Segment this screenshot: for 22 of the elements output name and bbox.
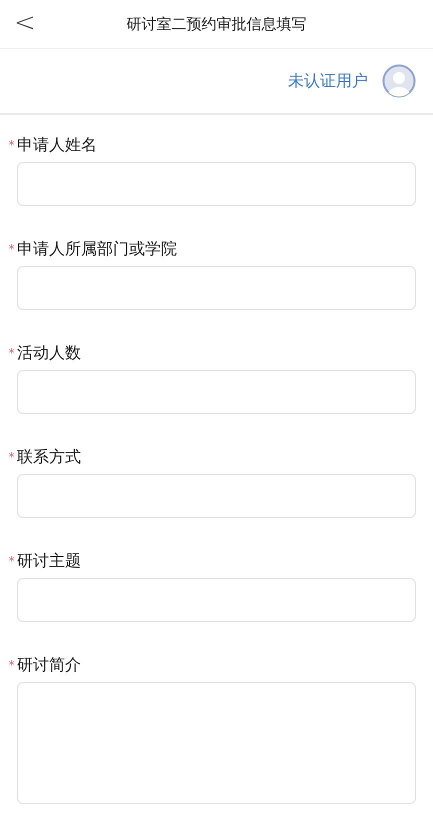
avatar-icon[interactable] [382,64,416,98]
user-status[interactable]: 未认证用户 [288,70,368,92]
field-label: 研讨主题 [17,550,81,572]
input-field[interactable] [17,162,416,206]
required-mark: * [8,658,16,672]
required-mark: * [8,242,16,256]
field-label: 研讨简介 [17,654,81,676]
field-label: 活动人数 [17,342,81,364]
textarea-field[interactable] [17,682,416,804]
required-mark: * [8,450,16,464]
input-field[interactable] [17,578,416,622]
required-mark: * [8,554,16,568]
required-mark: * [8,346,16,360]
field-label: 申请人所属部门或学院 [17,238,177,260]
field-label: 申请人姓名 [17,134,97,156]
input-field[interactable] [17,370,416,414]
page-title: 研讨室二预约审批信息填写 [126,14,306,34]
input-field[interactable] [17,266,416,310]
back-button[interactable]: < [10,8,40,38]
input-field[interactable] [17,474,416,518]
field-label: 联系方式 [17,446,81,468]
required-mark: * [8,138,16,152]
